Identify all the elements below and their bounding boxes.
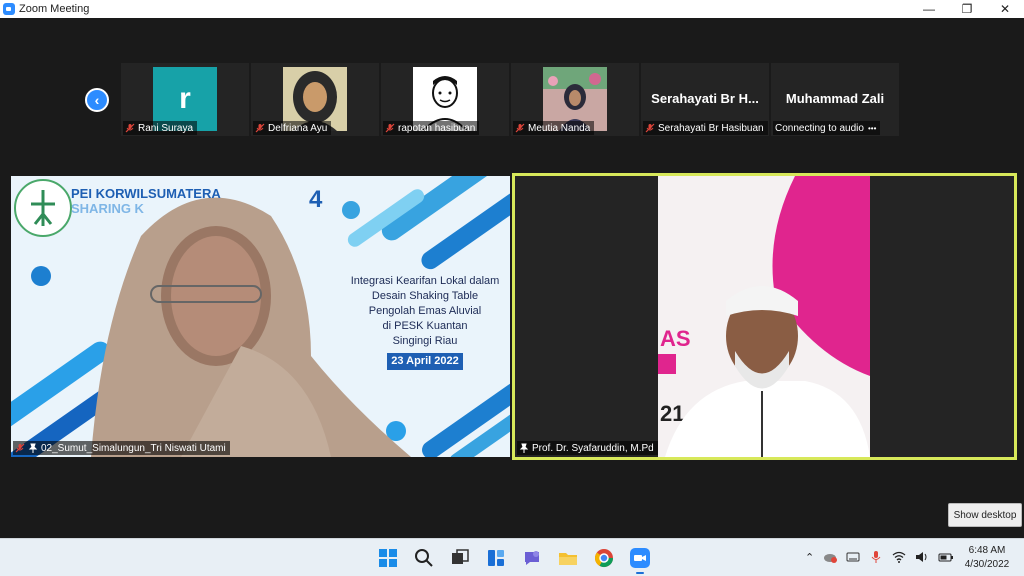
participant-name-label: 02_Sumut_Simalungun_Tri Niswati Utami (13, 441, 230, 455)
maximize-button[interactable]: ❐ (948, 0, 986, 18)
close-button[interactable]: ✕ (986, 0, 1024, 18)
background-text: AS (660, 326, 691, 351)
participant-tile[interactable]: Serahayati Br H... Serahayati Br Hasibua… (641, 63, 769, 136)
participant-tile[interactable]: Meutia Nanda (511, 63, 639, 136)
slide-body: Integrasi Kearifan Lokal dalam Desain Sh… (350, 274, 500, 370)
speaker-video-feed: AS 21 (515, 176, 1014, 457)
participant-name: rapotan hasibuan (398, 122, 476, 134)
wifi-icon[interactable] (892, 550, 906, 564)
video-tile-active-speaker[interactable]: AS 21 Prof. Dr. Syafaruddin, M.Pd (512, 173, 1017, 460)
slide-date: 23 April 2022 (387, 353, 463, 370)
connecting-dots-icon: ••• (867, 123, 877, 133)
widgets-icon[interactable] (484, 546, 508, 570)
pin-icon (519, 443, 529, 453)
participant-tile[interactable]: Delfriana Ayu (251, 63, 379, 136)
slide-header: PEI KORWILSUMATERA SHARING K (71, 186, 221, 216)
slide-line: Integrasi Kearifan Lokal dalam (350, 275, 500, 287)
previous-page-button[interactable]: ‹ (85, 88, 109, 112)
keyboard-icon[interactable] (846, 550, 860, 564)
show-desktop-button[interactable]: Show desktop (948, 503, 1022, 527)
minimize-button[interactable]: — (910, 0, 948, 18)
slide-line: Singingi Riau (392, 335, 458, 347)
participant-name-label: Delfriana Ayu (253, 121, 332, 135)
participant-name: Prof. Dr. Syafaruddin, M.Pd (532, 442, 654, 454)
taskbar-clock[interactable]: 6:48 AM 4/30/2022 (960, 544, 1014, 572)
chrome-icon[interactable] (592, 546, 616, 570)
onedrive-icon[interactable] (823, 550, 838, 564)
slide-line: Desain Shaking Table (371, 290, 479, 302)
participant-name-label: Meutia Nanda (513, 121, 595, 135)
mic-muted-icon (515, 123, 525, 133)
pin-icon (28, 443, 38, 453)
slide-header-title: PEI KORWILSUMATERA (71, 186, 221, 201)
microphone-icon[interactable] (869, 550, 883, 564)
participant-name: Rani Suraya (138, 122, 194, 134)
participant-display-name: Serahayati Br H... (651, 91, 759, 106)
battery-icon[interactable] (938, 550, 954, 564)
task-view-icon[interactable] (448, 546, 472, 570)
file-explorer-icon[interactable] (556, 546, 580, 570)
zoom-app-icon (3, 3, 15, 15)
participant-name-label: Prof. Dr. Syafaruddin, M.Pd (517, 441, 658, 455)
mic-muted-icon (645, 123, 655, 133)
participant-gallery: ‹ r Rani Suraya Delfriana Ayu rapotan ha… (0, 18, 1024, 168)
slide-line: di PESK Kuantan (382, 320, 468, 332)
taskbar: ⌃ 6:48 AM 4/30/2022 (0, 538, 1024, 576)
participant-name: Delfriana Ayu (268, 122, 328, 134)
participant-name-label: Connecting to audio ••• (773, 121, 881, 135)
participant-name: 02_Sumut_Simalungun_Tri Niswati Utami (41, 442, 226, 454)
volume-icon[interactable] (915, 550, 929, 564)
chevron-up-icon[interactable]: ⌃ (805, 551, 814, 564)
participant-tile[interactable]: r Rani Suraya (121, 63, 249, 136)
participant-name: Serahayati Br Hasibuan (658, 122, 764, 134)
mic-muted-icon (125, 123, 135, 133)
participant-tile[interactable]: Muhammad Zali Connecting to audio ••• (771, 63, 899, 136)
participant-display-name: Muhammad Zali (785, 91, 885, 106)
clock-time: 6:48 AM (968, 545, 1006, 556)
slide-header-subtitle: SHARING K (71, 201, 144, 216)
video-tile-presenter[interactable]: PEI KORWILSUMATERA SHARING K 4 Integrasi… (11, 176, 510, 457)
participant-tile[interactable]: rapotan hasibuan (381, 63, 509, 136)
connecting-status: Connecting to audio (775, 122, 864, 134)
participant-name-label: rapotan hasibuan (383, 121, 480, 135)
slide-line: Pengolah Emas Aluvial (368, 305, 482, 317)
mic-muted-icon (15, 443, 25, 453)
system-tray: ⌃ (805, 550, 954, 564)
search-icon[interactable] (412, 546, 436, 570)
mic-muted-icon (255, 123, 265, 133)
participant-name-label: Rani Suraya (123, 121, 198, 135)
window-title: Zoom Meeting (19, 3, 90, 15)
slide-number: 4 (309, 186, 323, 213)
windows-start-icon[interactable] (376, 546, 400, 570)
zoom-icon[interactable] (628, 546, 652, 574)
participant-name-label: Serahayati Br Hasibuan (643, 121, 768, 135)
title-bar: Zoom Meeting — ❐ ✕ (0, 0, 1024, 18)
clock-date: 4/30/2022 (964, 559, 1010, 570)
mic-muted-icon (385, 123, 395, 133)
teams-chat-icon[interactable] (520, 546, 544, 570)
participant-name: Meutia Nanda (528, 122, 591, 134)
